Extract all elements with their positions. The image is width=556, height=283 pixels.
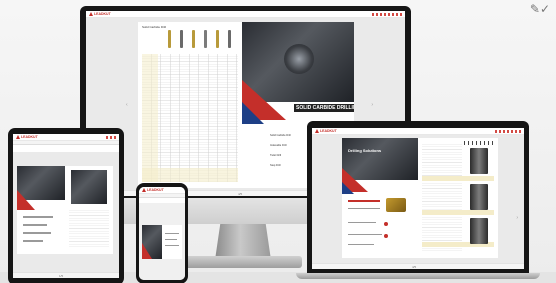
phone-page[interactable] <box>142 225 182 259</box>
laptop-grid-icon[interactable] <box>498 130 501 133</box>
laptop-left-heading: Drilling Solutions <box>348 148 382 153</box>
laptop-app-bar: LEADKUT <box>312 128 524 135</box>
laptop-left-photo <box>342 138 418 180</box>
laptop-drill-icons <box>464 141 496 145</box>
tablet-right-photo <box>71 170 107 204</box>
laptop-print-icon[interactable] <box>510 130 513 133</box>
tablet-zoom-icon[interactable] <box>105 136 108 139</box>
tablet-toolbar <box>88 136 116 139</box>
laptop-bottom-bar: 4/5 <box>312 263 524 269</box>
laptop-bezel: LEADKUT Drilling Solutions › 4/5 <box>307 121 529 273</box>
print-icon[interactable] <box>387 13 390 16</box>
phone-viewer <box>139 203 185 280</box>
monitor-cover-item-1: Solid Carbide Drill <box>270 134 291 137</box>
grid-icon[interactable] <box>375 13 378 16</box>
monitor-cover-heading: SOLID CARBIDE DRILLING <box>294 104 354 112</box>
tablet-left-page[interactable] <box>17 166 65 254</box>
phone-screen: LEADKUT <box>139 187 185 280</box>
tablet-right-page[interactable] <box>65 166 113 254</box>
tablet-bottom-bar: 1/5 <box>13 272 119 278</box>
monitor-page-indicator: 4/5 <box>238 192 243 196</box>
tablet-share-icon[interactable] <box>109 136 112 139</box>
monitor-cover-item-2: Indexable Drill <box>270 144 287 147</box>
laptop-logo: LEADKUT <box>315 129 337 134</box>
tablet-page-indicator: 1/5 <box>59 274 64 278</box>
fullscreen-icon[interactable] <box>391 13 394 16</box>
laptop-fullscreen-icon[interactable] <box>514 130 517 133</box>
device-showcase: ✎✓ LEADKUT Solid Carbide Drill SOLID CAR… <box>0 0 556 283</box>
laptop-next-arrow[interactable]: › <box>516 215 518 221</box>
laptop-download-icon[interactable] <box>506 130 509 133</box>
laptop-right-page[interactable] <box>418 138 498 258</box>
monitor-toolbar <box>362 13 402 16</box>
tablet-nav-band <box>13 141 119 145</box>
monitor-cover-drill <box>284 44 314 74</box>
laptop-product-image <box>386 198 406 212</box>
monitor-logo: LEADKUT <box>89 12 111 17</box>
laptop-page-indicator: 4/5 <box>412 265 417 269</box>
tablet-app-bar: LEADKUT <box>13 134 119 141</box>
tablet-left-photo <box>17 166 65 200</box>
laptop-screen: LEADKUT Drilling Solutions › 4/5 <box>312 128 524 269</box>
zoom-icon[interactable] <box>371 13 374 16</box>
menu-icon[interactable] <box>399 13 402 16</box>
pencil-icon[interactable]: ✎✓ <box>530 2 550 16</box>
laptop-viewer: Drilling Solutions › <box>312 135 524 263</box>
laptop-red-dot <box>384 222 388 226</box>
tablet-bezel: LEADKUT 1/5 <box>8 128 124 283</box>
tablet-viewer <box>13 152 119 272</box>
monitor-prev-arrow[interactable]: ‹ <box>126 102 128 108</box>
laptop-base <box>296 273 540 279</box>
laptop-red-caption <box>348 200 380 202</box>
phone-nav-band <box>139 194 185 198</box>
monitor-app-bar: LEADKUT <box>86 11 405 18</box>
tablet-menu-icon[interactable] <box>113 136 116 139</box>
laptop-menu-icon[interactable] <box>518 130 521 133</box>
download-icon[interactable] <box>383 13 386 16</box>
phone-app-bar: LEADKUT <box>139 187 185 194</box>
phone-logo: LEADKUT <box>142 188 164 193</box>
monitor-stand-base <box>184 256 302 268</box>
drill-images-row <box>166 30 238 50</box>
monitor-left-title: Solid Carbide Drill <box>142 25 167 29</box>
laptop-left-page[interactable]: Drilling Solutions <box>342 138 418 258</box>
monitor-table-highlight-2 <box>142 168 238 182</box>
laptop-drill-photos <box>466 144 494 254</box>
monitor-table-highlight <box>142 54 158 182</box>
monitor-next-arrow[interactable]: › <box>371 102 373 108</box>
tablet-spec-table <box>69 208 109 248</box>
laptop-spec-table <box>422 142 462 252</box>
laptop-share-icon[interactable] <box>502 130 505 133</box>
tablet-logo: LEADKUT <box>16 135 38 140</box>
monitor-left-page[interactable]: Solid Carbide Drill <box>138 22 242 188</box>
laptop-toolbar <box>481 130 521 133</box>
tablet-screen: LEADKUT 1/5 <box>13 134 119 278</box>
laptop-zoom-icon[interactable] <box>494 130 497 133</box>
phone-bezel: LEADKUT <box>136 183 188 283</box>
sound-icon[interactable] <box>395 13 398 16</box>
share-icon[interactable] <box>379 13 382 16</box>
monitor-cover-item-3: Twist Drill <box>270 154 282 157</box>
monitor-cover-item-4: Step Drill <box>270 164 281 167</box>
laptop-red-dot-2 <box>384 234 388 238</box>
